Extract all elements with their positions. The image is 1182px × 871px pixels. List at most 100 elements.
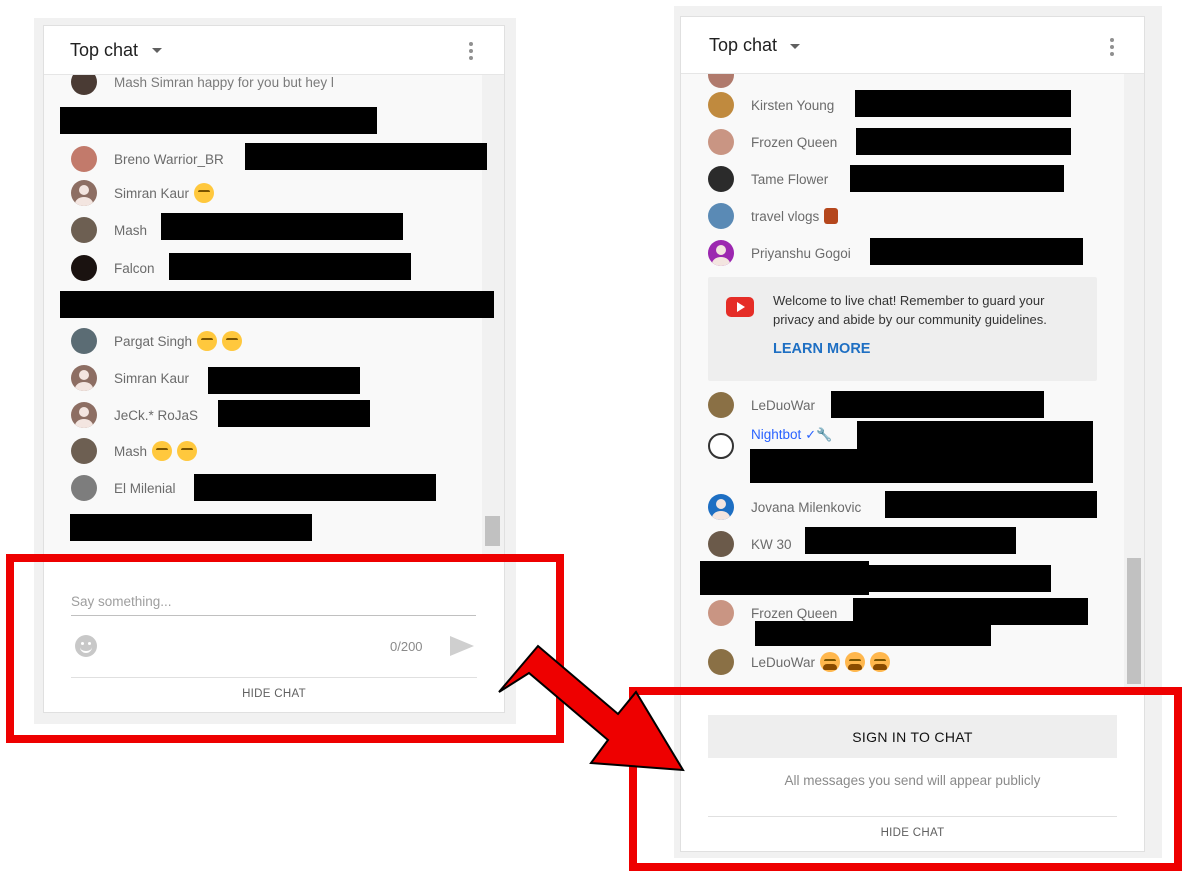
redacted-content	[870, 238, 1083, 265]
redacted-content	[60, 291, 494, 318]
redacted-content	[856, 128, 1071, 155]
message-author: travel vlogs	[751, 208, 820, 224]
emoji-icon	[152, 441, 173, 461]
crying-emoji-icon	[820, 652, 841, 672]
emoji-icon	[194, 183, 215, 203]
avatar	[71, 180, 97, 206]
redacted-content	[805, 527, 1016, 554]
redacted-content	[208, 367, 360, 394]
chat-message: JeCk.* RoJaS	[71, 402, 198, 428]
scrollbar-thumb[interactable]	[485, 516, 500, 546]
redacted-content	[755, 621, 991, 646]
message-author: Priyanshu Gogoi	[751, 245, 851, 261]
chat-message: Pargat Singh	[71, 328, 243, 354]
message-author: Kirsten Young	[751, 97, 835, 113]
pointer-arrow-icon	[498, 644, 685, 772]
message-author: Tame Flower	[751, 171, 829, 187]
chevron-down-icon[interactable]	[152, 48, 162, 53]
redacted-content	[161, 213, 403, 240]
chat-message: Mash Simran happy for you but hey l	[71, 75, 334, 95]
highlight-box	[6, 554, 564, 743]
chat-message: El Milenial	[71, 475, 176, 501]
chat-message: Simran Kaur	[71, 180, 215, 206]
chat-message: KW 30	[708, 531, 792, 557]
avatar	[708, 203, 734, 229]
avatar	[71, 217, 97, 243]
chat-header: Top chat	[44, 26, 504, 75]
message-author: LeDuoWar	[751, 397, 816, 413]
avatar	[71, 365, 97, 391]
avatar	[708, 531, 734, 557]
redacted-content	[885, 491, 1097, 518]
chat-message: Falcon	[71, 255, 155, 281]
message-author: Frozen Queen	[751, 134, 838, 150]
redacted-content	[60, 107, 377, 134]
chevron-down-icon[interactable]	[790, 44, 800, 49]
avatar	[708, 166, 734, 192]
avatar	[71, 328, 97, 354]
avatar	[71, 475, 97, 501]
message-author: JeCk.* RoJaS	[114, 407, 199, 423]
avatar	[708, 392, 734, 418]
avatar	[708, 129, 734, 155]
chat-message: Kirsten Young	[708, 92, 834, 118]
message-author: KW 30	[751, 536, 792, 552]
more-options-icon[interactable]	[469, 42, 473, 63]
avatar	[708, 240, 734, 266]
crying-emoji-icon	[845, 652, 866, 672]
message-author: LeDuoWar	[751, 654, 816, 670]
chat-message: LeDuoWar	[708, 392, 815, 418]
redacted-content	[831, 391, 1044, 418]
scrollbar-thumb[interactable]	[1127, 558, 1141, 684]
emoji-icon	[197, 331, 218, 351]
redacted-content	[70, 514, 312, 541]
avatar	[71, 146, 97, 172]
emoji-icon	[824, 208, 839, 224]
crying-emoji-icon	[870, 652, 891, 672]
message-author: Breno Warrior_BR	[114, 151, 224, 167]
avatar	[71, 438, 97, 464]
redacted-content	[850, 165, 1064, 192]
message-author: Mash	[114, 222, 148, 238]
chat-message: travel vlogs	[708, 203, 839, 229]
message-author: Pargat Singh	[114, 333, 193, 349]
avatar	[71, 402, 97, 428]
message-author: Simran Kaur	[114, 185, 190, 201]
avatar	[71, 255, 97, 281]
message-author: Frozen Queen	[751, 605, 838, 621]
message-author: Simran Kaur	[114, 370, 190, 386]
chat-message: Simran Kaur	[71, 365, 189, 391]
avatar	[708, 649, 734, 675]
redacted-content	[750, 449, 1093, 483]
redacted-content	[194, 474, 436, 501]
chat-message: Frozen Queen	[708, 129, 837, 155]
chat-message: Priyanshu Gogoi	[708, 240, 851, 266]
redacted-content	[218, 400, 370, 427]
message-text: Mash Simran happy for you but hey l	[114, 75, 334, 90]
chat-message: Jovana Milenkovic	[708, 494, 861, 520]
moderator-badge-icon: ✓🔧	[805, 427, 833, 442]
message-author: Nightbot	[751, 427, 802, 442]
emoji-icon	[222, 331, 243, 351]
emoji-icon	[177, 441, 198, 461]
more-options-icon[interactable]	[1110, 38, 1114, 59]
avatar	[708, 494, 734, 520]
avatar	[708, 433, 734, 459]
message-author: Jovana Milenkovic	[751, 499, 862, 515]
chat-message: Mash	[71, 217, 147, 243]
chat-message	[708, 74, 734, 88]
chat-mode-title[interactable]: Top chat	[70, 40, 138, 61]
learn-more-link[interactable]: LEARN MORE	[773, 341, 870, 357]
welcome-text: Welcome to live chat! Remember to guard …	[773, 293, 1047, 327]
avatar	[71, 75, 97, 95]
message-author: El Milenial	[114, 480, 176, 496]
redacted-content	[245, 143, 487, 170]
message-author: Mash	[114, 443, 148, 459]
welcome-notice: Welcome to live chat! Remember to guard …	[708, 277, 1097, 381]
chat-message: Mash	[71, 438, 198, 464]
chat-mode-title[interactable]: Top chat	[709, 35, 777, 56]
redacted-content	[700, 561, 869, 595]
highlight-box	[629, 687, 1182, 871]
redacted-content	[855, 90, 1071, 117]
chat-message: Tame Flower	[708, 166, 828, 192]
